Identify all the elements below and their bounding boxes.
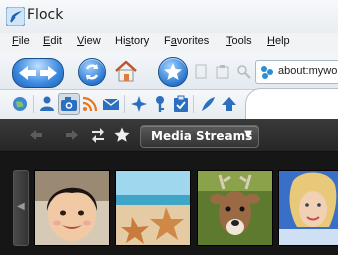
child-photo — [35, 171, 109, 245]
menu-tools[interactable]: Tools — [226, 35, 252, 47]
address-bar[interactable]: about:mywo — [255, 60, 338, 84]
accounts-button[interactable] — [150, 94, 170, 114]
feeds-button[interactable] — [80, 94, 100, 114]
caret-left-icon: ◀ — [17, 201, 25, 212]
media-back-button[interactable] — [28, 127, 44, 147]
refresh-arrows-icon — [92, 128, 104, 143]
web-clipboard-button[interactable] — [171, 94, 191, 114]
title-bar: Flock — [0, 0, 338, 34]
clipboard-button[interactable] — [214, 63, 232, 81]
page-icon — [195, 64, 207, 79]
starfish-beach-photo — [116, 171, 190, 245]
back-forward-arrows-icon — [19, 66, 57, 80]
clipboard-check-icon — [174, 95, 188, 112]
rss-icon — [82, 96, 98, 112]
media-favorite-button[interactable] — [113, 126, 131, 144]
media-forward-button[interactable] — [64, 127, 80, 147]
clipboard-icon — [216, 65, 229, 79]
chevron-down-icon: ▼ — [244, 129, 252, 140]
media-bar-button[interactable] — [58, 93, 80, 115]
blog-button[interactable] — [129, 94, 149, 114]
window-title: Flock — [27, 7, 64, 23]
bookmark-add-button[interactable] — [192, 63, 210, 81]
address-text: about:mywo — [278, 65, 338, 77]
tab-strip-edge — [245, 88, 338, 120]
upload-arrow-icon — [222, 97, 236, 111]
reload-button[interactable] — [78, 58, 106, 86]
star-icon — [164, 63, 182, 80]
feather-icon — [202, 97, 215, 111]
back-forward-button[interactable] — [12, 58, 64, 88]
person-icon — [40, 96, 54, 111]
search-button[interactable] — [235, 63, 253, 81]
webmail-button[interactable] — [101, 94, 121, 114]
web-snippets-button[interactable] — [10, 94, 30, 114]
menu-view[interactable]: View — [77, 35, 101, 47]
media-thumbnail[interactable] — [34, 170, 110, 246]
media-streams-label: Media Streams — [151, 129, 253, 143]
people-button[interactable] — [37, 94, 57, 114]
media-thumbnail[interactable] — [115, 170, 191, 246]
media-thumbnail[interactable] — [197, 170, 273, 246]
left-arrow-icon — [30, 130, 42, 140]
reload-icon — [85, 64, 99, 80]
woman-portrait-photo — [279, 171, 338, 245]
mail-icon — [102, 98, 120, 110]
media-streams-dropdown[interactable]: Media Streams ▼ — [140, 125, 259, 148]
sparkle-icon — [131, 96, 147, 112]
upload-button[interactable] — [219, 94, 239, 114]
menu-edit[interactable]: Edit — [43, 35, 62, 47]
blog-editor-button[interactable] — [198, 94, 218, 114]
menu-help[interactable]: Help — [267, 35, 290, 47]
toolbar-separator — [33, 95, 34, 113]
deer-photo — [198, 171, 272, 245]
media-thumbnail[interactable] — [278, 170, 338, 246]
toolbar-separator — [193, 95, 194, 113]
key-icon — [156, 96, 164, 112]
menu-bar: File Edit View History Favorites Tools H… — [0, 33, 338, 53]
home-button[interactable] — [114, 59, 138, 83]
globe-icon — [13, 97, 27, 111]
camera-icon — [61, 97, 77, 111]
home-icon — [115, 60, 137, 82]
menu-file[interactable]: File — [12, 35, 30, 47]
media-scroll-left-button[interactable]: ◀ — [13, 170, 29, 246]
menu-history[interactable]: History — [115, 35, 149, 47]
flock-logo-icon — [6, 7, 25, 26]
toolbar-separator — [124, 95, 125, 113]
media-refresh-button[interactable] — [89, 126, 107, 144]
site-favicon-icon — [261, 66, 273, 79]
search-icon — [237, 65, 251, 79]
right-arrow-icon — [66, 130, 78, 140]
favorites-star-button[interactable] — [158, 57, 188, 87]
menu-favorites[interactable]: Favorites — [164, 35, 209, 47]
star-icon — [114, 127, 130, 142]
